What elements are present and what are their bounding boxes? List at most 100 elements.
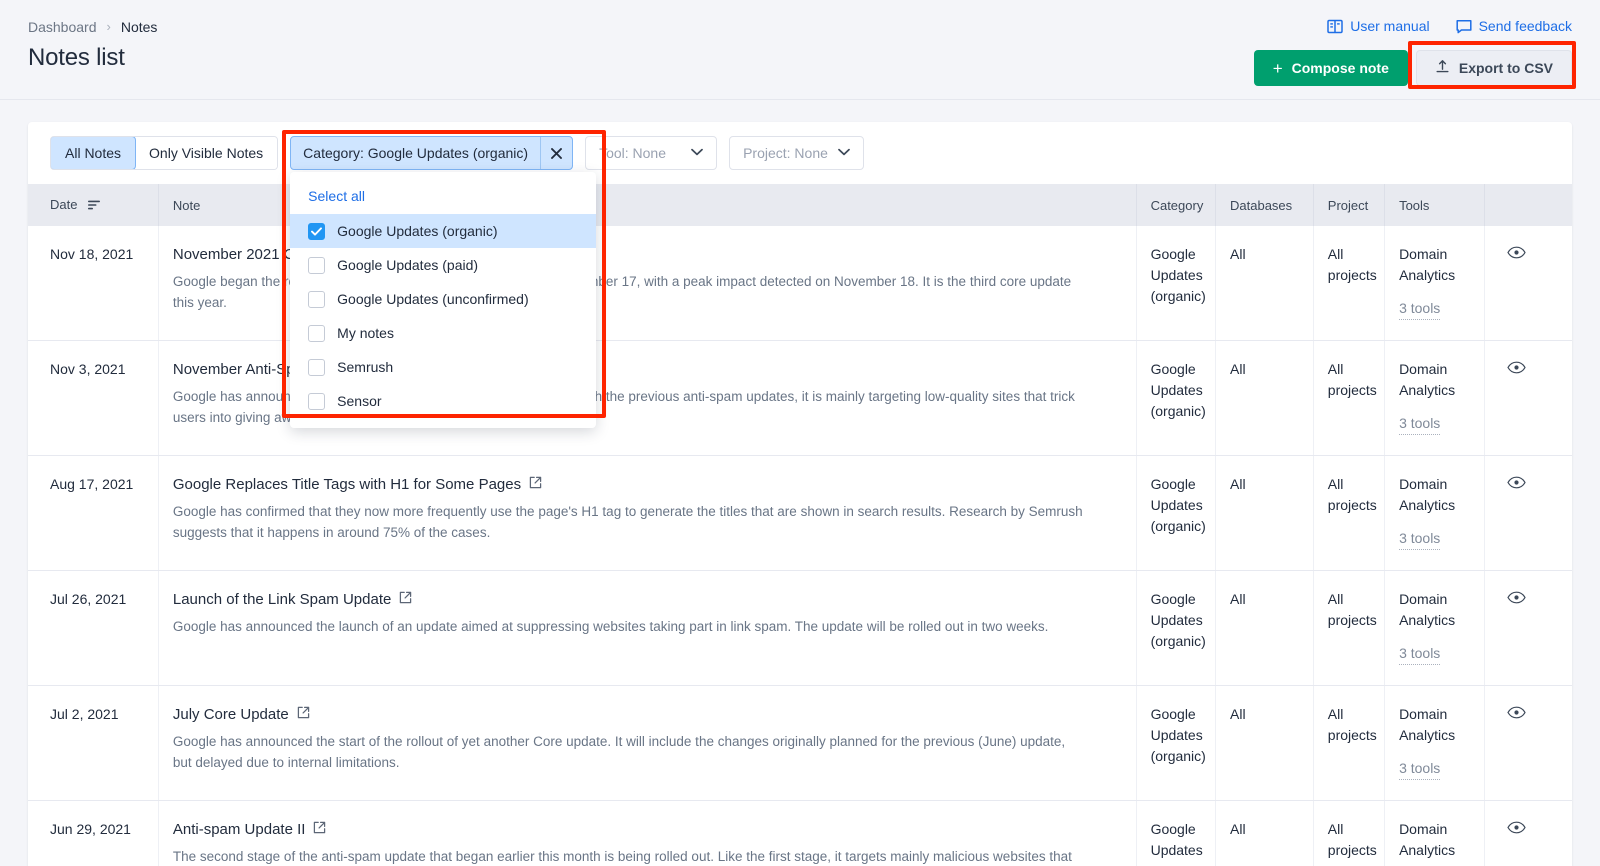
column-header-project[interactable]: Project [1313, 184, 1384, 226]
page-header: Dashboard › Notes Notes list User manual [0, 0, 1600, 100]
checkbox-icon[interactable] [308, 257, 325, 274]
eye-icon[interactable] [1507, 704, 1526, 725]
toggle-all-notes[interactable]: All Notes [50, 136, 136, 170]
compose-note-label: Compose note [1292, 60, 1389, 76]
note-description: Google has announced the launch of an up… [173, 616, 1083, 637]
note-project: All projects [1313, 801, 1384, 866]
column-header-category[interactable]: Category [1136, 184, 1215, 226]
external-link-icon[interactable] [313, 820, 326, 840]
breadcrumb-dashboard[interactable]: Dashboard [28, 18, 97, 36]
note-cell: July Core Update Google has announced th… [158, 686, 1136, 801]
note-title-link[interactable]: July Core Update [173, 705, 310, 725]
user-manual-link[interactable]: User manual [1327, 18, 1429, 34]
column-header-date-label: Date [50, 197, 77, 212]
export-to-csv-label: Export to CSV [1459, 60, 1553, 76]
note-project: All projects [1313, 571, 1384, 686]
external-link-icon[interactable] [399, 590, 412, 610]
eye-icon[interactable] [1507, 474, 1526, 495]
notes-visibility-toggle: All Notes Only Visible Notes [50, 136, 278, 170]
note-description: Google has announced the start of the ro… [173, 731, 1083, 773]
note-description: Google has confirmed that they now more … [173, 501, 1083, 543]
note-tools: Domain Analytics 3 tools [1385, 571, 1485, 686]
note-description: The second stage of the anti-spam update… [173, 846, 1083, 866]
note-title-link[interactable]: Google Replaces Title Tags with H1 for S… [173, 475, 542, 495]
checkbox-icon[interactable] [308, 359, 325, 376]
note-tools-primary: Domain Analytics [1399, 476, 1455, 513]
checkbox-icon[interactable] [308, 223, 325, 240]
note-visibility-cell [1484, 226, 1572, 341]
category-option-google-updates-unconfirmed[interactable]: Google Updates (unconfirmed) [290, 282, 596, 316]
category-option-my-notes[interactable]: My notes [290, 316, 596, 350]
column-header-databases[interactable]: Databases [1216, 184, 1314, 226]
note-tools: Domain Analytics 3 tools [1385, 341, 1485, 456]
comment-icon [1456, 19, 1472, 34]
note-category: Google Updates (organic) [1136, 686, 1215, 801]
note-tools-more[interactable]: 3 tools [1399, 528, 1440, 550]
send-feedback-link[interactable]: Send feedback [1456, 18, 1572, 34]
eye-icon[interactable] [1507, 589, 1526, 610]
note-tools-primary: Domain Analytics [1399, 706, 1455, 743]
table-row: Nov 18, 2021 November 2021 Core Update [28, 226, 1572, 341]
note-visibility-cell [1484, 571, 1572, 686]
header-buttons: + Compose note Export to CSV [1254, 50, 1572, 86]
category-option-label: My notes [337, 325, 394, 341]
checkbox-icon[interactable] [308, 291, 325, 308]
column-header-tools[interactable]: Tools [1385, 184, 1485, 226]
note-databases: All [1216, 571, 1314, 686]
select-all-link[interactable]: Select all [290, 180, 596, 214]
note-databases: All [1216, 456, 1314, 571]
table-row: Jul 26, 2021 Launch of the Link Spam Upd… [28, 571, 1572, 686]
note-date: Jul 26, 2021 [28, 571, 158, 686]
sort-descending-icon[interactable] [88, 198, 101, 213]
helper-links: User manual Send feedback [1254, 16, 1572, 36]
toggle-only-visible-notes[interactable]: Only Visible Notes [135, 137, 277, 169]
note-category: Google Updates (organic) [1136, 341, 1215, 456]
user-manual-label: User manual [1350, 18, 1429, 34]
category-filter-pill[interactable]: Category: Google Updates (organic) [290, 136, 573, 170]
category-option-semrush[interactable]: Semrush [290, 350, 596, 384]
note-tools-more[interactable]: 3 tools [1399, 298, 1440, 320]
external-link-icon[interactable] [297, 705, 310, 725]
checkbox-icon[interactable] [308, 393, 325, 410]
column-header-date[interactable]: Date [28, 184, 158, 226]
eye-icon[interactable] [1507, 819, 1526, 840]
compose-note-button[interactable]: + Compose note [1254, 50, 1408, 86]
note-tools-primary: Domain Analytics [1399, 591, 1455, 628]
note-title-link[interactable]: Launch of the Link Spam Update [173, 590, 412, 610]
note-category: Google Updates (organic) [1136, 571, 1215, 686]
category-option-google-updates-organic[interactable]: Google Updates (organic) [290, 214, 596, 248]
export-to-csv-button[interactable]: Export to CSV [1416, 50, 1572, 86]
note-category: Google Updates (organic) [1136, 801, 1215, 866]
note-tools-more[interactable]: 3 tools [1399, 643, 1440, 665]
header-actions: User manual Send feedback + Compose note [1254, 16, 1572, 86]
table-row: Aug 17, 2021 Google Replaces Title Tags … [28, 456, 1572, 571]
table-row: Jun 29, 2021 Anti-spam Update II Th [28, 801, 1572, 866]
upload-icon [1435, 59, 1450, 77]
note-date: Aug 17, 2021 [28, 456, 158, 571]
note-title-link[interactable]: Anti-spam Update II [173, 820, 327, 840]
table-row: Jul 2, 2021 July Core Update Google [28, 686, 1572, 801]
note-project: All projects [1313, 226, 1384, 341]
note-tools-more[interactable]: 3 tools [1399, 413, 1440, 435]
eye-icon[interactable] [1507, 244, 1526, 265]
note-tools-more[interactable]: 3 tools [1399, 758, 1440, 780]
eye-icon[interactable] [1507, 359, 1526, 380]
note-visibility-cell [1484, 456, 1572, 571]
breadcrumb-notes[interactable]: Notes [121, 18, 158, 36]
note-cell: Google Replaces Title Tags with H1 for S… [158, 456, 1136, 571]
note-tools-primary: Domain Analytics [1399, 361, 1455, 398]
send-feedback-label: Send feedback [1479, 18, 1572, 34]
tool-filter-select[interactable]: Tool: None [585, 136, 717, 170]
project-filter-select[interactable]: Project: None [729, 136, 864, 170]
external-link-icon[interactable] [529, 475, 542, 495]
note-visibility-cell [1484, 341, 1572, 456]
close-icon[interactable] [540, 137, 572, 169]
note-date: Nov 18, 2021 [28, 226, 158, 341]
category-option-label: Google Updates (paid) [337, 257, 478, 273]
note-visibility-cell [1484, 686, 1572, 801]
category-option-label: Semrush [337, 359, 393, 375]
note-tools: Domain Analytics 3 tools [1385, 456, 1485, 571]
category-option-sensor[interactable]: Sensor [290, 384, 596, 418]
checkbox-icon[interactable] [308, 325, 325, 342]
category-option-google-updates-paid[interactable]: Google Updates (paid) [290, 248, 596, 282]
